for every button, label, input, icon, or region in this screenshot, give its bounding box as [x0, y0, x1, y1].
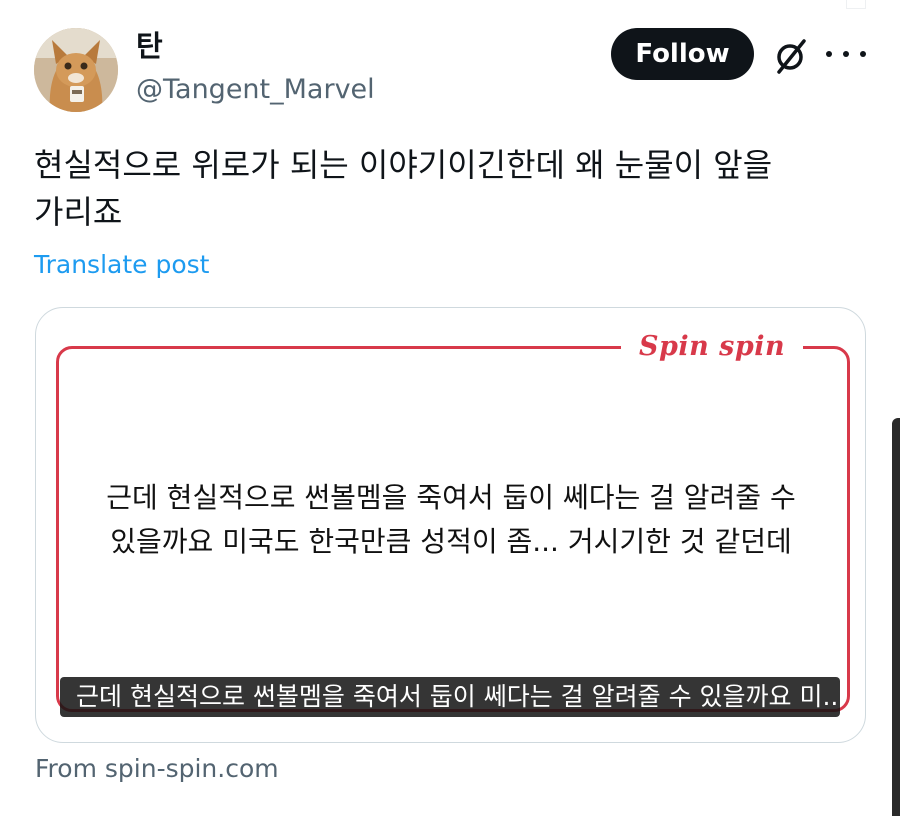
- author-handle[interactable]: @Tangent_Marvel: [136, 73, 375, 107]
- post-view: 탄 @Tangent_Marvel Follow 현실적으로 위로가 되는 이야…: [0, 0, 900, 816]
- quote-text: 근데 현실적으로 썬볼멤을 죽여서 둡이 쎄다는 걸 알려줄 수 있을까요 미국…: [106, 481, 796, 558]
- more-dots-icon[interactable]: [826, 42, 866, 66]
- source-domain-link[interactable]: From spin-spin.com: [35, 753, 279, 785]
- author-display-name[interactable]: 탄: [136, 28, 163, 64]
- dot-icon: [826, 51, 832, 57]
- grok-slash-icon[interactable]: [771, 36, 811, 76]
- link-preview-card[interactable]: Spin spin 근데 현실적으로 썬볼멤을 죽여서 둡이 쎄다는 걸 알려줄…: [35, 307, 866, 743]
- dot-icon: [860, 51, 866, 57]
- post-text: 현실적으로 위로가 되는 이야기이긴한데 왜 눈물이 앞을 가리죠: [34, 146, 773, 231]
- dot-icon: [843, 51, 849, 57]
- caption-bar: 근데 현실적으로 썬볼멤을 죽여서 둡이 쎄다는 걸 알려줄 수 있을까요 미.…: [60, 677, 840, 717]
- avatar[interactable]: [34, 28, 118, 112]
- scrollbar[interactable]: [892, 418, 900, 816]
- follow-button[interactable]: Follow: [611, 28, 754, 80]
- cat-avatar-icon: [34, 28, 118, 112]
- translate-post-link[interactable]: Translate post: [34, 248, 209, 282]
- top-edge-divider: [846, 0, 866, 9]
- spinspin-logo: Spin spin: [621, 332, 804, 362]
